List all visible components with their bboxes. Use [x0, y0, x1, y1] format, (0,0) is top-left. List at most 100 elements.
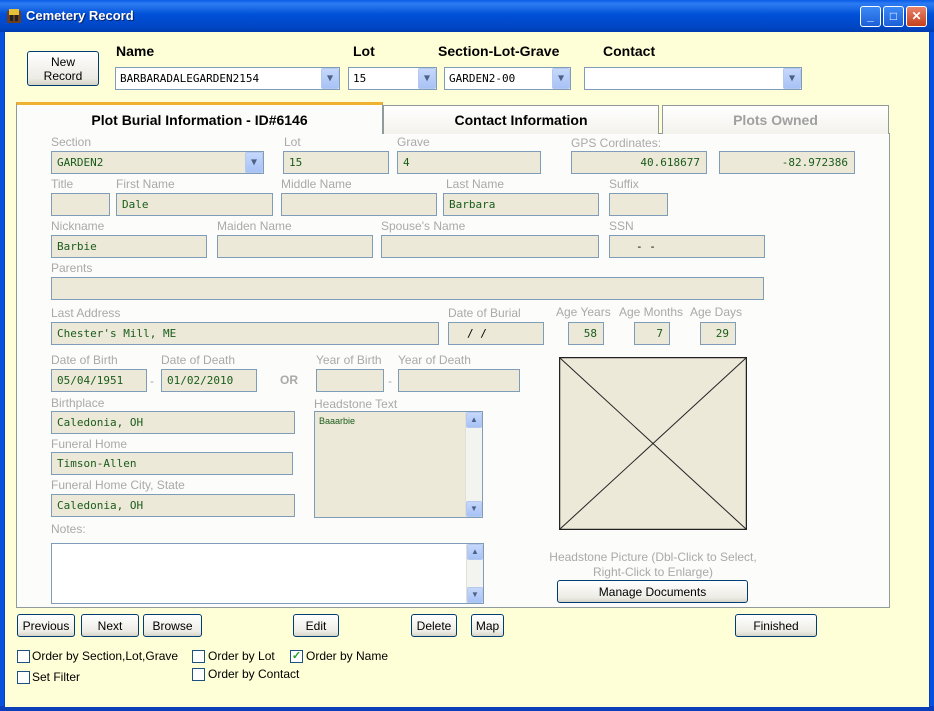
maiden-name-field[interactable]	[217, 235, 373, 258]
last-address-field[interactable]: Chester's Mill, ME	[51, 322, 439, 345]
date-of-burial-field[interactable]: / /	[448, 322, 544, 345]
middle-name-field[interactable]	[281, 193, 437, 216]
date-separator: -	[150, 374, 154, 388]
chevron-down-icon[interactable]: ▼	[418, 68, 436, 89]
grave-field[interactable]: 4	[397, 151, 541, 174]
contact-combo[interactable]: ▼	[584, 67, 802, 90]
year-of-death-field[interactable]	[398, 369, 520, 392]
edit-button[interactable]: Edit	[293, 614, 339, 637]
gps-label: GPS Cordinates:	[571, 136, 662, 150]
set-filter-label[interactable]: Set Filter	[32, 670, 80, 684]
order-by-slg-label[interactable]: Order by Section,Lot,Grave	[32, 649, 178, 663]
scroll-up-icon[interactable]: ▲	[466, 412, 482, 428]
headstone-text-area[interactable]: Baaarbie ▲ ▼	[314, 411, 483, 518]
order-by-contact-label[interactable]: Order by Contact	[208, 667, 299, 681]
chevron-down-icon[interactable]: ▼	[552, 68, 570, 89]
section-combo[interactable]: GARDEN2 ▼	[51, 151, 264, 174]
close-icon: ✕	[911, 9, 922, 23]
browse-button[interactable]: Browse	[143, 614, 202, 637]
map-button[interactable]: Map	[471, 614, 504, 637]
maiden-name-label: Maiden Name	[217, 219, 292, 233]
checkmark-icon: ✓	[291, 650, 302, 662]
name-combo[interactable]: BARBARADALEGARDEN2154 ▼	[115, 67, 340, 90]
headstone-scrollbar[interactable]: ▲ ▼	[465, 412, 482, 517]
order-by-slg-checkbox[interactable]	[17, 650, 30, 663]
section-lot-grave-label: Section-Lot-Grave	[438, 43, 560, 59]
birthplace-field[interactable]: Caledonia, OH	[51, 411, 295, 434]
delete-button[interactable]: Delete	[411, 614, 457, 637]
age-years-field[interactable]: 58	[568, 322, 604, 345]
scroll-down-icon[interactable]: ▼	[466, 501, 482, 517]
nickname-field[interactable]: Barbie	[51, 235, 207, 258]
lot-label: Lot	[353, 43, 375, 59]
order-by-contact-checkbox[interactable]	[192, 668, 205, 681]
finished-button[interactable]: Finished	[735, 614, 817, 637]
previous-button[interactable]: Previous	[17, 614, 75, 637]
date-of-death-field[interactable]: 01/02/2010	[161, 369, 257, 392]
lot-combo[interactable]: 15 ▼	[348, 67, 437, 90]
set-filter-checkbox[interactable]	[17, 671, 30, 684]
first-name-field[interactable]: Dale	[116, 193, 273, 216]
scroll-down-icon[interactable]: ▼	[467, 587, 483, 603]
manage-documents-button[interactable]: Manage Documents	[557, 580, 748, 603]
last-name-field[interactable]: Barbara	[443, 193, 599, 216]
suffix-field[interactable]	[609, 193, 668, 216]
next-button[interactable]: Next	[81, 614, 139, 637]
date-of-burial-label: Date of Burial	[448, 306, 521, 320]
parents-label: Parents	[51, 261, 93, 275]
maximize-icon: □	[889, 9, 898, 23]
or-label: OR	[280, 373, 298, 387]
title-field[interactable]	[51, 193, 110, 216]
parents-field[interactable]	[51, 277, 764, 300]
year-of-birth-field[interactable]	[316, 369, 384, 392]
notes-area[interactable]: ▲ ▼	[51, 543, 484, 604]
title-bar[interactable]	[0, 0, 934, 32]
window-frame-right	[930, 32, 934, 707]
chevron-down-icon[interactable]: ▼	[245, 152, 263, 173]
section-lot-grave-value: GARDEN2-00	[449, 72, 516, 85]
tab-plots-owned[interactable]: Plots Owned	[662, 105, 889, 134]
order-by-lot-label[interactable]: Order by Lot	[208, 649, 275, 663]
age-days-label: Age Days	[690, 305, 743, 319]
tab-contact-information[interactable]: Contact Information	[383, 105, 659, 134]
age-days-field[interactable]: 29	[700, 322, 736, 345]
lot-combo-value: 15	[353, 72, 367, 85]
minimize-button[interactable]: _	[860, 6, 881, 27]
contact-label: Contact	[603, 43, 656, 59]
maximize-button[interactable]: □	[883, 6, 904, 27]
order-by-name-label[interactable]: Order by Name	[306, 649, 388, 663]
funeral-home-field[interactable]: Timson-Allen	[51, 452, 293, 475]
section-value: GARDEN2	[57, 156, 104, 169]
gps-longitude-field[interactable]: -82.972386	[719, 151, 855, 174]
date-of-death-label: Date of Death	[161, 353, 236, 367]
year-separator: -	[388, 374, 392, 388]
scroll-up-icon[interactable]: ▲	[467, 544, 483, 560]
age-months-field[interactable]: 7	[634, 322, 670, 345]
order-by-lot-checkbox[interactable]	[192, 650, 205, 663]
first-name-label: First Name	[116, 177, 175, 191]
age-months-label: Age Months	[619, 305, 684, 319]
section-lot-grave-combo[interactable]: GARDEN2-00 ▼	[444, 67, 571, 90]
funeral-home-city-label: Funeral Home City, State	[51, 478, 185, 492]
minimize-icon: _	[867, 9, 874, 23]
funeral-home-city-field[interactable]: Caledonia, OH	[51, 494, 295, 517]
new-record-button[interactable]: New Record	[27, 51, 99, 86]
plot-lot-field[interactable]: 15	[283, 151, 389, 174]
headstone-picture[interactable]	[559, 357, 747, 530]
headstone-text-value: Baaarbie	[319, 416, 356, 426]
headstone-caption-line1: Headstone Picture (Dbl-Click to Select,	[549, 550, 757, 564]
chevron-down-icon[interactable]: ▼	[321, 68, 339, 89]
spouse-name-field[interactable]	[381, 235, 599, 258]
chevron-down-icon[interactable]: ▼	[783, 68, 801, 89]
gps-latitude-field[interactable]: 40.618677	[571, 151, 707, 174]
notes-scrollbar[interactable]: ▲ ▼	[466, 544, 483, 603]
headstone-caption-line2: Right-Click to Enlarge)	[592, 565, 714, 579]
close-button[interactable]: ✕	[906, 6, 927, 27]
year-of-death-label: Year of Death	[398, 353, 471, 367]
date-of-birth-field[interactable]: 05/04/1951	[51, 369, 147, 392]
order-by-name-checkbox[interactable]: ✓	[290, 650, 303, 663]
middle-name-label: Middle Name	[281, 177, 352, 191]
ssn-field[interactable]: - -	[609, 235, 765, 258]
tab-plot-burial-information[interactable]: Plot Burial Information - ID#6146	[16, 102, 383, 134]
window-title: Cemetery Record	[26, 8, 134, 23]
